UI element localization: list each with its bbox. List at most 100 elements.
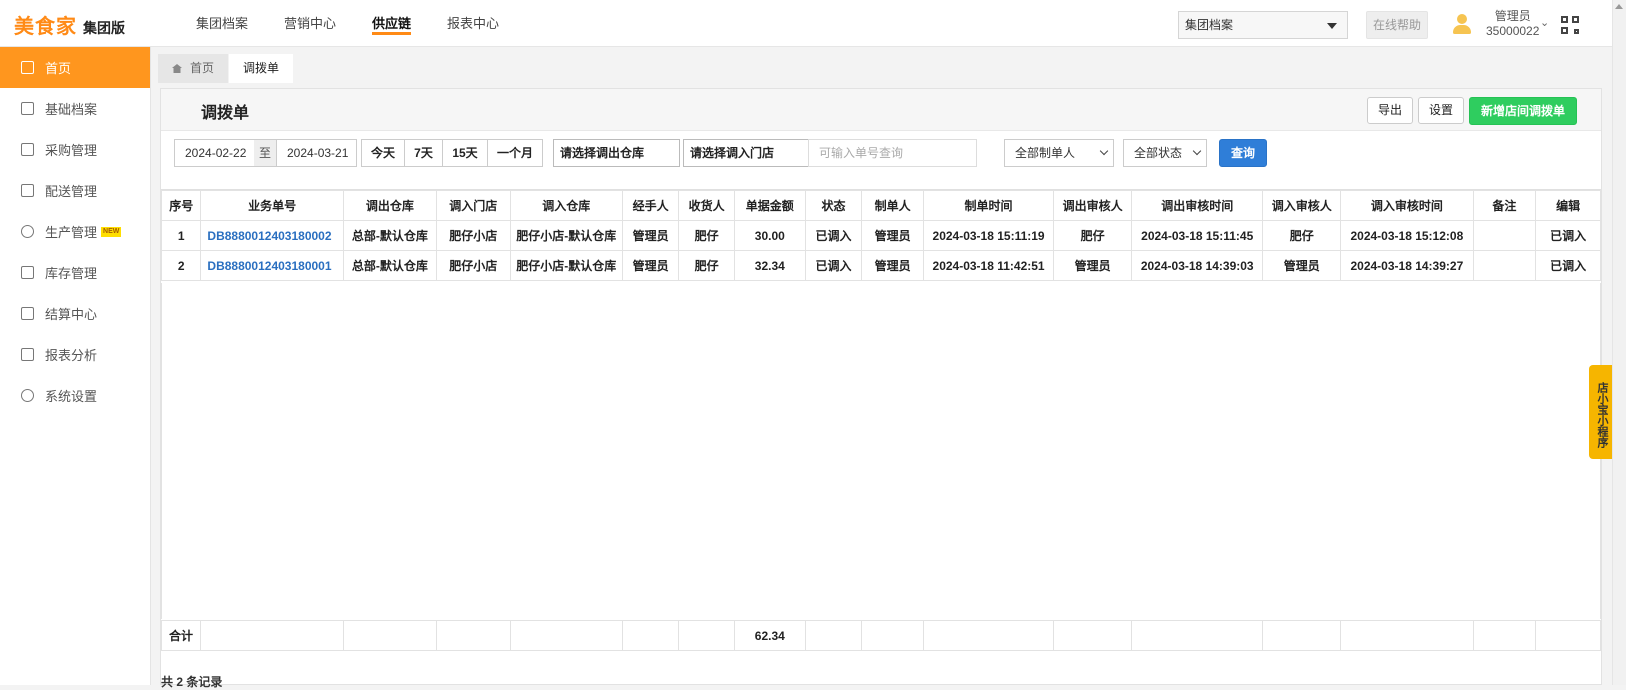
order-no-link[interactable]: DB8880012403180001 (200, 250, 344, 281)
brand-logo: 美食家 (14, 16, 77, 38)
archive-icon (21, 102, 34, 115)
quick-month-button[interactable]: 一个月 (487, 139, 543, 167)
settlement-icon (21, 307, 34, 320)
col-header: 备注 (1472, 190, 1537, 221)
date-to-input[interactable]: 2024-03-21 (276, 139, 357, 167)
sidebar-item-label: 系统设置 (45, 389, 98, 404)
brand-edition: 集团版 (83, 20, 125, 36)
org-select-value: 集团档案 (1185, 18, 1234, 32)
sidebar-item-home[interactable]: 首页 (0, 47, 150, 88)
total-label: 合计 (160, 620, 202, 651)
topnav-supply-chain[interactable]: 供应链 (372, 0, 412, 47)
sidebar-item-label: 库存管理 (45, 266, 98, 281)
sidebar-item-reports[interactable]: 报表分析 (0, 334, 150, 375)
page-tabs: 首页 调拨单 (158, 54, 294, 83)
out-warehouse-select[interactable]: 请选择调出仓库 (553, 139, 680, 167)
production-icon (21, 225, 34, 238)
col-header: 经手人 (621, 190, 680, 221)
top-nav: 集团档案 营销中心 供应链 报表中心 (196, 0, 535, 47)
sidebar-item-label: 首页 (45, 61, 72, 76)
sidebar-item-label: 配送管理 (45, 184, 98, 199)
qr-code-icon[interactable] (1561, 16, 1579, 34)
in-store-select[interactable]: 请选择调入门店 (683, 139, 809, 167)
col-header: 序号 (160, 190, 202, 221)
sidebar-item-purchase[interactable]: 采购管理 (0, 129, 150, 170)
sidebar: 首页 基础档案 采购管理 配送管理 生产管理 NEW 库存管理 结算中心 报表分… (0, 47, 151, 685)
status-select[interactable]: 全部状态 (1123, 139, 1207, 167)
home-icon (172, 64, 182, 73)
status-select-value: 全部状态 (1134, 146, 1183, 160)
edit-cell[interactable]: 已调入 (1535, 250, 1601, 281)
quick-7days-button[interactable]: 7天 (404, 139, 443, 167)
sidebar-item-system-settings[interactable]: 系统设置 (0, 375, 150, 416)
creator-select[interactable]: 全部制单人 (1004, 139, 1114, 167)
table-row[interactable]: 1 DB8880012403180002 总部-默认仓库 肥仔小店 肥仔小店-默… (160, 220, 1601, 251)
chevron-down-icon (1192, 146, 1202, 156)
chevron-down-icon[interactable]: ⌄ (1540, 16, 1549, 29)
total-amount: 62.34 (733, 620, 806, 651)
quick-today-button[interactable]: 今天 (361, 139, 405, 167)
col-header: 状态 (804, 190, 863, 221)
caret-down-icon (1327, 23, 1337, 29)
tab-home[interactable]: 首页 (158, 54, 229, 83)
settings-icon (21, 389, 34, 402)
date-range-separator: 至 (254, 139, 276, 167)
col-header: 调入门店 (435, 190, 511, 221)
home-icon (21, 61, 34, 74)
topnav-reports[interactable]: 报表中心 (447, 0, 499, 47)
sidebar-item-label: 基础档案 (45, 102, 98, 117)
org-select[interactable]: 集团档案 (1178, 11, 1348, 39)
col-header: 调出仓库 (342, 190, 437, 221)
col-header: 调入审核人 (1262, 190, 1342, 221)
filter-bar: 2024-02-22 至 2024-03-21 今天 7天 15天 一个月 请选… (161, 132, 1601, 174)
top-bar: 美食家 集团版 集团档案 营销中心 供应链 报表中心 集团档案 在线帮助 管理员… (0, 0, 1626, 47)
cart-icon (21, 143, 34, 156)
topnav-group-archive[interactable]: 集团档案 (196, 0, 248, 47)
tab-transfer-order[interactable]: 调拨单 (229, 54, 294, 83)
new-badge: NEW (101, 226, 122, 237)
sidebar-item-label: 采购管理 (45, 143, 98, 158)
scroll-up-icon[interactable] (1615, 4, 1623, 9)
sidebar-item-settlement[interactable]: 结算中心 (0, 293, 150, 334)
sidebar-item-label: 生产管理 (45, 225, 98, 240)
col-header: 制单人 (861, 190, 924, 221)
online-help-button[interactable]: 在线帮助 (1366, 11, 1428, 39)
user-id: 35000022 (1486, 24, 1540, 38)
order-no-link[interactable]: DB8880012403180002 (200, 220, 344, 251)
query-button[interactable]: 查询 (1219, 139, 1268, 167)
page-title: 调拨单 (201, 105, 250, 122)
new-transfer-button[interactable]: 新增店间调拨单 (1469, 97, 1578, 125)
table-header-row: 序号 业务单号 调出仓库 调入门店 调入仓库 经手人 收货人 单据金额 状态 制… (160, 190, 1601, 221)
mini-program-tab[interactable]: 店小宝小程序 (1589, 365, 1613, 459)
table-row[interactable]: 2 DB8880012403180001 总部-默认仓库 肥仔小店 肥仔小店-默… (160, 250, 1601, 281)
brand[interactable]: 美食家 集团版 (14, 10, 125, 39)
record-count: 共 2 条记录 (161, 675, 223, 689)
sidebar-item-inventory[interactable]: 库存管理 (0, 252, 150, 293)
sidebar-item-production[interactable]: 生产管理 NEW (0, 211, 150, 252)
transfer-table: 序号 业务单号 调出仓库 调入门店 调入仓库 经手人 收货人 单据金额 状态 制… (160, 189, 1601, 651)
quick-15days-button[interactable]: 15天 (442, 139, 488, 167)
col-header: 调入仓库 (509, 190, 623, 221)
order-no-search-input[interactable]: 可输入单号查询 (808, 139, 977, 167)
sidebar-item-delivery[interactable]: 配送管理 (0, 170, 150, 211)
main-panel: 调拨单 导出 设置 新增店间调拨单 2024-02-22 至 2024-03-2… (160, 88, 1602, 685)
report-icon (21, 348, 34, 361)
col-header: 调出审核时间 (1131, 190, 1264, 221)
export-button[interactable]: 导出 (1367, 97, 1414, 124)
user-role: 管理员 (1494, 9, 1531, 23)
topnav-marketing[interactable]: 营销中心 (284, 0, 336, 47)
user-info[interactable]: 管理员 35000022 (1486, 9, 1539, 39)
col-header: 收货人 (678, 190, 735, 221)
chevron-down-icon (1099, 146, 1109, 156)
edit-cell[interactable]: 已调入 (1535, 220, 1601, 251)
sidebar-item-base-archive[interactable]: 基础档案 (0, 88, 150, 129)
page-scrollbar[interactable] (1612, 0, 1626, 685)
user-avatar-icon[interactable] (1452, 14, 1472, 34)
col-header: 调入审核时间 (1340, 190, 1474, 221)
creator-select-value: 全部制单人 (1015, 146, 1076, 160)
date-from-input[interactable]: 2024-02-22 (174, 139, 255, 167)
table-total-row: 合计 62.34 (160, 620, 1601, 651)
settings-button[interactable]: 设置 (1418, 97, 1465, 124)
col-header: 编辑 (1535, 190, 1601, 221)
col-header: 单据金额 (733, 190, 806, 221)
